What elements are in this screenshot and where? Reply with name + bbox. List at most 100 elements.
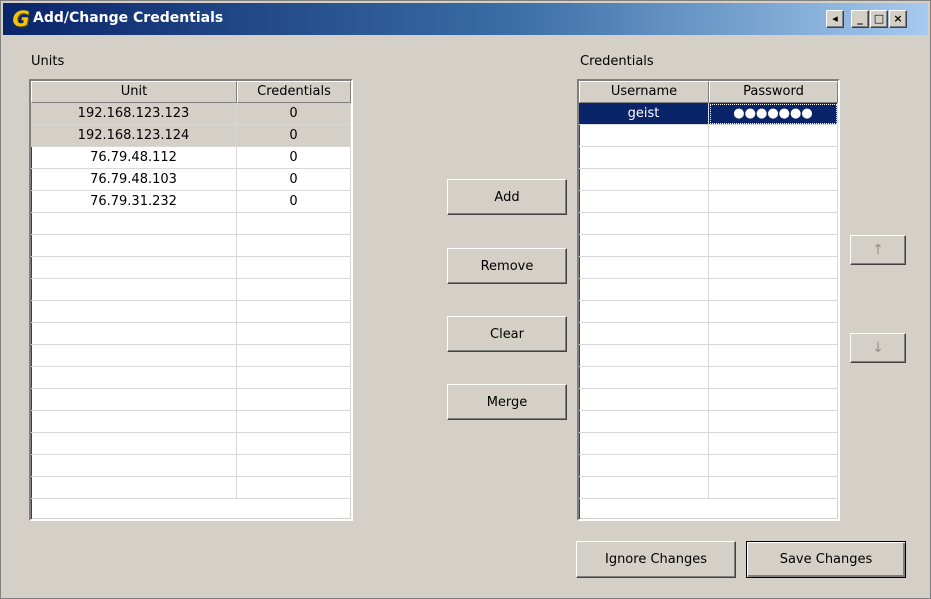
column-header-unit[interactable]: Unit	[31, 81, 237, 103]
credentials-count-cell	[237, 301, 351, 323]
move-up-button[interactable]: ↑	[850, 235, 906, 265]
empty-row[interactable]	[31, 345, 351, 367]
empty-row[interactable]	[579, 279, 838, 301]
empty-row[interactable]	[579, 367, 838, 389]
password-cell	[709, 477, 838, 499]
empty-row[interactable]	[579, 235, 838, 257]
credentials-count-cell	[237, 477, 351, 499]
unit-cell: 76.79.31.232	[31, 191, 237, 213]
username-cell	[579, 345, 709, 367]
empty-row[interactable]	[579, 213, 838, 235]
empty-row[interactable]	[31, 455, 351, 477]
empty-row[interactable]	[579, 125, 838, 147]
empty-row[interactable]	[579, 477, 838, 499]
empty-row[interactable]	[579, 389, 838, 411]
credentials-dialog: G Add/Change Credentials ◂ _ □ × Units U…	[0, 0, 931, 599]
ignore-changes-button[interactable]: Ignore Changes	[576, 541, 736, 578]
empty-row[interactable]	[31, 301, 351, 323]
empty-row[interactable]	[579, 147, 838, 169]
credentials-count-cell	[237, 411, 351, 433]
credentials-count-cell	[237, 455, 351, 477]
password-cell	[709, 191, 838, 213]
save-changes-button[interactable]: Save Changes	[746, 541, 906, 578]
app-logo-icon: G	[12, 7, 30, 31]
password-cell: ●●●●●●●	[709, 103, 838, 125]
table-row[interactable]: geist ●●●●●●●	[579, 103, 838, 125]
unit-cell: 192.168.123.124	[31, 125, 237, 147]
password-cell	[709, 169, 838, 191]
unit-cell	[31, 345, 237, 367]
unit-cell	[31, 389, 237, 411]
empty-row[interactable]	[579, 257, 838, 279]
empty-row[interactable]	[31, 257, 351, 279]
unit-cell	[31, 367, 237, 389]
credentials-count-cell: 0	[237, 103, 351, 125]
username-cell	[579, 125, 709, 147]
table-row[interactable]: 192.168.123.124 0	[31, 125, 351, 147]
close-button[interactable]: ×	[889, 10, 907, 28]
unit-cell	[31, 477, 237, 499]
password-cell	[709, 411, 838, 433]
empty-row[interactable]	[31, 477, 351, 499]
table-row[interactable]: 76.79.48.103 0	[31, 169, 351, 191]
column-header-password[interactable]: Password	[709, 81, 838, 103]
empty-row[interactable]	[579, 169, 838, 191]
remove-button[interactable]: Remove	[447, 248, 567, 284]
empty-row[interactable]	[579, 411, 838, 433]
username-cell	[579, 477, 709, 499]
merge-button[interactable]: Merge	[447, 384, 567, 420]
password-cell	[709, 213, 838, 235]
username-cell	[579, 213, 709, 235]
clear-button[interactable]: Clear	[447, 316, 567, 352]
username-cell	[579, 257, 709, 279]
empty-row[interactable]	[31, 411, 351, 433]
empty-row[interactable]	[31, 389, 351, 411]
password-cell	[709, 257, 838, 279]
credentials-list[interactable]: Username Password geist ●●●●●●●	[577, 79, 840, 521]
password-cell	[709, 279, 838, 301]
add-button[interactable]: Add	[447, 179, 567, 215]
table-row[interactable]: 76.79.31.232 0	[31, 191, 351, 213]
column-header-credentials[interactable]: Credentials	[237, 81, 351, 103]
empty-row[interactable]	[579, 301, 838, 323]
credentials-list-body: geist ●●●●●●●	[579, 103, 838, 499]
credentials-list-header: Username Password	[579, 81, 838, 103]
credentials-count-cell	[237, 367, 351, 389]
window-title: Add/Change Credentials	[33, 10, 224, 26]
empty-row[interactable]	[31, 323, 351, 345]
empty-row[interactable]	[31, 235, 351, 257]
empty-row[interactable]	[579, 455, 838, 477]
unit-cell	[31, 301, 237, 323]
empty-row[interactable]	[579, 433, 838, 455]
move-down-button[interactable]: ↓	[850, 333, 906, 363]
table-row[interactable]: 192.168.123.123 0	[31, 103, 351, 125]
help-button[interactable]: ◂	[826, 10, 844, 28]
credentials-label: Credentials	[580, 54, 654, 69]
column-header-username[interactable]: Username	[579, 81, 709, 103]
password-cell	[709, 125, 838, 147]
units-list[interactable]: Unit Credentials 192.168.123.123 0 192.168…	[29, 79, 353, 521]
password-cell	[709, 301, 838, 323]
empty-row[interactable]	[579, 191, 838, 213]
password-cell	[709, 367, 838, 389]
unit-cell	[31, 257, 237, 279]
unit-cell: 76.79.48.103	[31, 169, 237, 191]
empty-row[interactable]	[31, 367, 351, 389]
unit-cell	[31, 213, 237, 235]
maximize-button[interactable]: □	[870, 10, 888, 28]
credentials-count-cell	[237, 257, 351, 279]
credentials-count-cell	[237, 323, 351, 345]
username-cell	[579, 301, 709, 323]
table-row[interactable]: 76.79.48.112 0	[31, 147, 351, 169]
unit-cell: 192.168.123.123	[31, 103, 237, 125]
minimize-button[interactable]: _	[851, 10, 869, 28]
username-cell	[579, 279, 709, 301]
empty-row[interactable]	[579, 345, 838, 367]
empty-row[interactable]	[31, 279, 351, 301]
empty-row[interactable]	[579, 323, 838, 345]
password-cell	[709, 455, 838, 477]
empty-row[interactable]	[31, 433, 351, 455]
title-bar[interactable]: G Add/Change Credentials ◂ _ □ ×	[3, 3, 928, 35]
credentials-count-cell	[237, 213, 351, 235]
empty-row[interactable]	[31, 213, 351, 235]
